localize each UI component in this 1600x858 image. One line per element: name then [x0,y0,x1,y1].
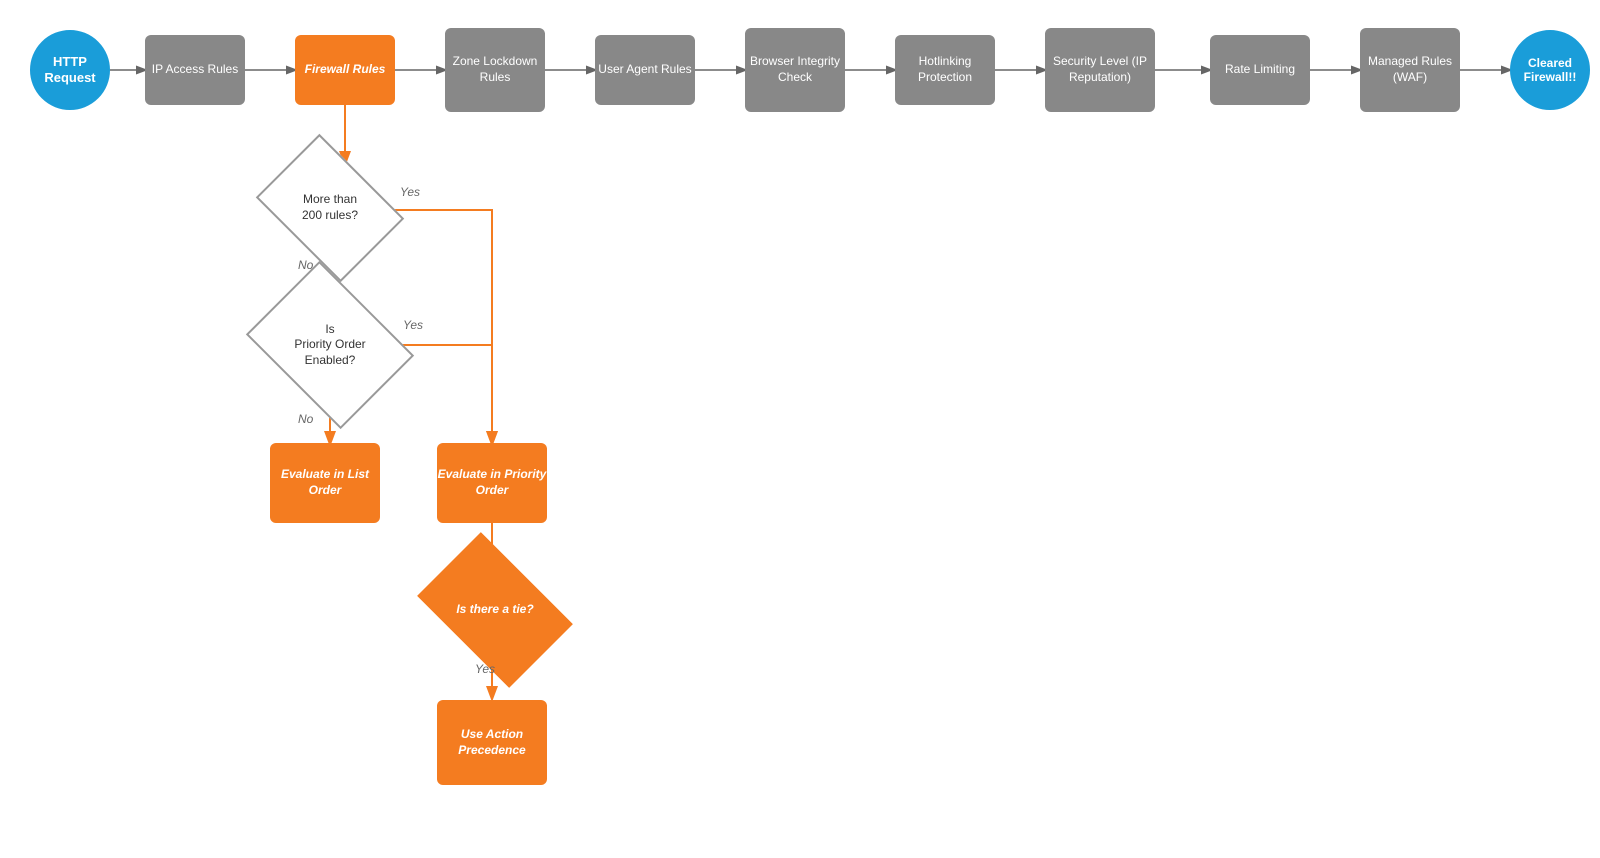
use-action-label: Use Action Precedence [437,727,547,758]
security-level-label: Security Level (IP Reputation) [1045,54,1155,85]
evaluate-priority-label: Evaluate in Priority Order [437,467,547,498]
firewall-rules-label: Firewall Rules [305,62,386,78]
hotlinking-label: Hotlinking Protection [895,54,995,85]
diamond1-text: More than200 rules? [302,192,358,223]
yes-label-2: Yes [403,318,423,332]
ip-access-rules-node: IP Access Rules [145,35,245,105]
rate-limiting-label: Rate Limiting [1225,62,1295,78]
evaluate-list-label: Evaluate in List Order [270,467,380,498]
browser-integrity-label: Browser Integrity Check [745,54,845,85]
zone-lockdown-node: Zone Lockdown Rules [445,28,545,112]
no-label-1: No [298,258,313,272]
browser-integrity-node: Browser Integrity Check [745,28,845,112]
priority-order-enabled-diamond: IsPriority OrderEnabled? [263,293,397,397]
zone-lockdown-label: Zone Lockdown Rules [445,54,545,85]
http-request-node: HTTP Request [30,30,110,110]
user-agent-node: User Agent Rules [595,35,695,105]
diamond3-text: Is there a tie? [456,602,533,618]
ip-access-label: IP Access Rules [152,62,238,78]
yes-label-3: Yes [475,662,495,676]
flowchart-diagram: HTTP Request IP Access Rules Firewall Ru… [0,0,1600,858]
use-action-precedence-node: Use Action Precedence [437,700,547,785]
more-than-200-diamond: More than200 rules? [270,163,390,253]
managed-rules-node: Managed Rules (WAF) [1360,28,1460,112]
is-there-tie-diamond: Is there a tie? [430,565,560,655]
diamond2-text: IsPriority OrderEnabled? [294,322,365,369]
rate-limiting-node: Rate Limiting [1210,35,1310,105]
cleared-label: Cleared Firewall!! [1513,56,1587,85]
cleared-firewall-node: Cleared Firewall!! [1510,30,1590,110]
security-level-node: Security Level (IP Reputation) [1045,28,1155,112]
firewall-rules-node: Firewall Rules [295,35,395,105]
http-request-label: HTTP Request [44,54,95,85]
no-label-2: No [298,412,313,426]
hotlinking-node: Hotlinking Protection [895,35,995,105]
yes-label-1: Yes [400,185,420,199]
user-agent-label: User Agent Rules [598,62,691,78]
arrows-svg [0,0,1600,858]
managed-rules-label: Managed Rules (WAF) [1360,54,1460,85]
evaluate-priority-order-node: Evaluate in Priority Order [437,443,547,523]
evaluate-list-order-node: Evaluate in List Order [270,443,380,523]
